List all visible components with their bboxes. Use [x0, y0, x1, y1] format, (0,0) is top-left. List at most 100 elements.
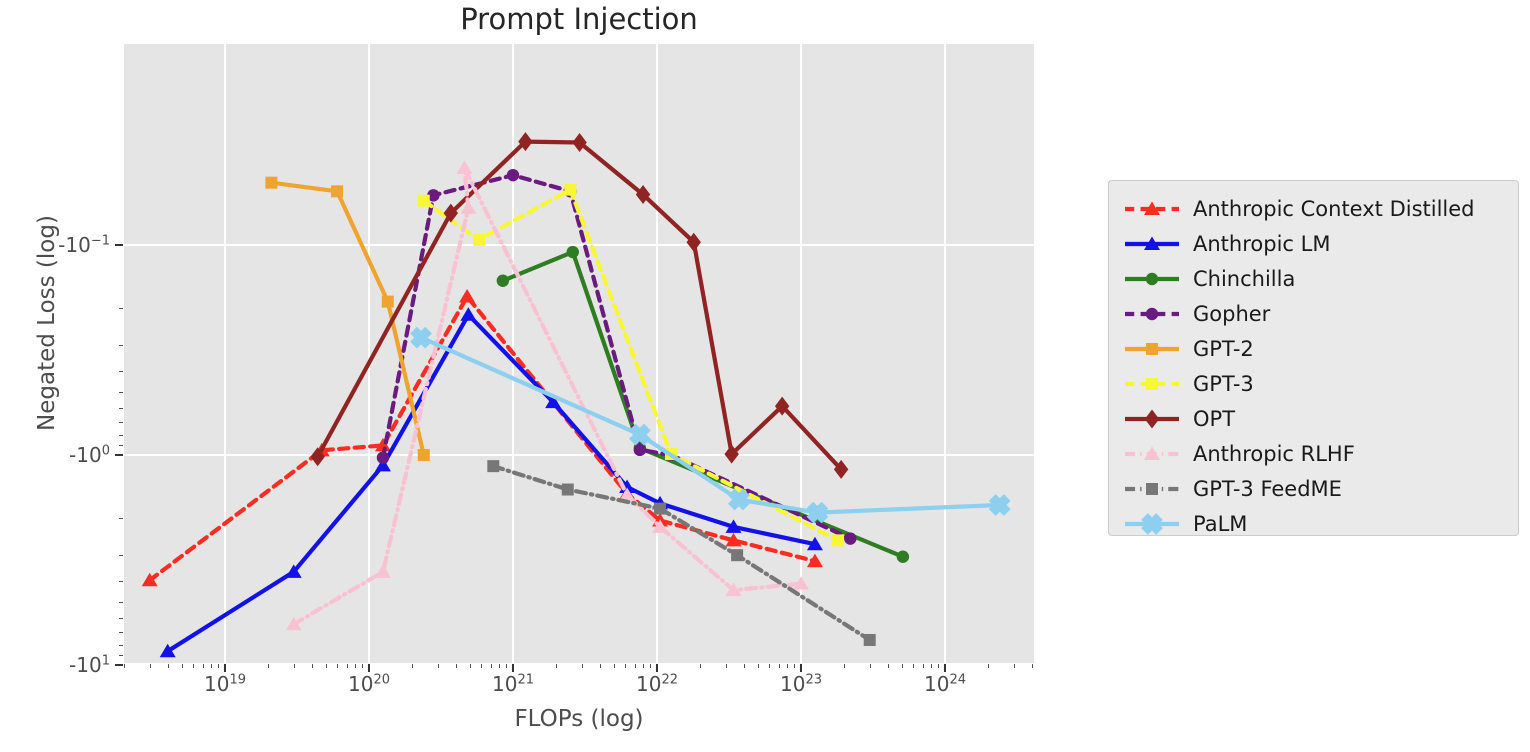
legend-item-anthropic-rlhf[interactable]: Anthropic RLHF: [1109, 436, 1518, 471]
series-layer: [141, 132, 1011, 658]
data-point: [561, 483, 574, 496]
legend-item-gopher[interactable]: Gopher: [1109, 296, 1518, 331]
y-minor-tick: [119, 618, 123, 620]
y-minor-tick: [119, 632, 123, 634]
data-point: [374, 564, 391, 578]
page-title: Prompt Injection: [460, 2, 698, 36]
x-minor-tick: [757, 664, 759, 668]
data-point: [806, 553, 823, 568]
x-minor-tick: [794, 664, 796, 668]
data-point: [376, 451, 390, 464]
x-minor-tick: [202, 664, 204, 668]
y-minor-tick: [119, 655, 123, 657]
x-tick-label: 1022: [636, 672, 678, 696]
data-point: [417, 449, 430, 461]
x-minor-tick: [913, 664, 915, 668]
y-minor-tick: [119, 555, 123, 557]
x-axis-label: FLOPs (log): [514, 706, 644, 732]
x-minor-tick: [124, 664, 126, 668]
y-minor-tick: [119, 391, 123, 393]
x-minor-tick: [869, 664, 871, 668]
y-tick-label: -101: [69, 653, 110, 677]
series-gpt-2: [265, 176, 430, 461]
data-point: [731, 549, 744, 562]
x-minor-tick: [778, 664, 780, 668]
data-point: [806, 501, 829, 524]
x-tick-label: 1019: [204, 672, 246, 696]
legend-item-gpt-2[interactable]: GPT-2: [1109, 331, 1518, 366]
legend-item-opt[interactable]: OPT: [1109, 401, 1518, 436]
y-minor-tick: [119, 644, 123, 646]
legend-item-label: GPT-3: [1193, 371, 1254, 396]
x-minor-tick: [293, 664, 295, 668]
x-minor-tick: [481, 664, 483, 668]
x-tick-mark: [512, 664, 514, 672]
legend-item-gpt-3-feedme[interactable]: GPT-3 FeedME: [1109, 471, 1518, 506]
series-gopher: [376, 168, 857, 545]
x-minor-tick: [311, 664, 313, 668]
data-point: [459, 289, 476, 303]
x-minor-tick: [412, 664, 414, 668]
x-tick-label: 1020: [348, 672, 390, 696]
data-point: [456, 160, 473, 175]
x-tick-mark: [944, 664, 946, 672]
legend-item-label: GPT-2: [1193, 336, 1254, 361]
legend-item-label: GPT-3 FeedME: [1193, 476, 1342, 501]
series-line: [147, 294, 818, 583]
series-line: [419, 335, 1002, 515]
x-minor-tick: [787, 664, 789, 668]
legend-item-label: Anthropic LM: [1193, 231, 1331, 256]
data-point: [863, 633, 876, 646]
data-point: [506, 168, 520, 182]
x-minor-tick: [922, 664, 924, 668]
x-minor-tick: [901, 664, 903, 668]
data-point: [410, 326, 432, 349]
legend-item-anthropic-context-distilled[interactable]: Anthropic Context Distilled: [1109, 191, 1518, 226]
data-point: [265, 176, 278, 189]
legend-item-chinchilla[interactable]: Chinchilla: [1109, 261, 1518, 296]
legend-swatch-circle-icon: [1125, 307, 1179, 320]
legend-item-palm[interactable]: PaLM: [1109, 506, 1518, 541]
legend-item-anthropic-lm[interactable]: Anthropic LM: [1109, 226, 1518, 261]
y-tick-mark: [115, 454, 123, 456]
x-minor-tick: [437, 664, 439, 668]
legend-swatch-square-icon: [1125, 342, 1179, 355]
x-minor-tick: [499, 664, 501, 668]
chart-root: Prompt Injection 1019 1020 1021 1022 1023 102…: [0, 0, 1530, 752]
x-tick-label: 1021: [492, 672, 534, 696]
legend-item-label: Chinchilla: [1193, 266, 1296, 291]
x-minor-tick: [931, 664, 933, 668]
y-minor-tick: [119, 518, 123, 520]
data-point: [381, 295, 394, 308]
y-minor-tick: [119, 422, 123, 424]
x-minor-tick: [643, 664, 645, 668]
x-minor-tick: [337, 664, 339, 668]
plot-area: [124, 44, 1034, 663]
x-minor-tick: [556, 664, 558, 668]
x-minor-tick: [769, 664, 771, 668]
x-minor-tick: [1013, 664, 1015, 668]
y-minor-tick: [119, 445, 123, 447]
legend-swatch-x-icon: [1125, 512, 1179, 535]
legend-item-label: Gopher: [1193, 301, 1271, 326]
y-tick-mark: [115, 664, 123, 666]
x-minor-tick: [613, 664, 615, 668]
series-line: [491, 464, 872, 643]
series-anthropic-context-distilled: [141, 289, 823, 587]
legend-swatch-triangle-icon: [1125, 236, 1179, 250]
x-minor-tick: [634, 664, 636, 668]
legend-item-gpt-3[interactable]: GPT-3: [1109, 366, 1518, 401]
legend-swatch-square-icon: [1125, 482, 1179, 495]
x-tick-mark: [224, 664, 226, 672]
series-gpt-3-feedme: [487, 460, 876, 646]
data-point: [566, 245, 579, 259]
y-minor-tick: [119, 434, 123, 436]
x-minor-tick: [193, 664, 195, 668]
data-point: [831, 534, 844, 547]
x-minor-tick: [725, 664, 727, 668]
data-point: [896, 550, 910, 563]
y-axis-label: Negated Loss (log): [34, 215, 60, 431]
y-minor-tick: [119, 371, 123, 373]
x-minor-tick: [346, 664, 348, 668]
x-minor-tick: [581, 664, 583, 668]
